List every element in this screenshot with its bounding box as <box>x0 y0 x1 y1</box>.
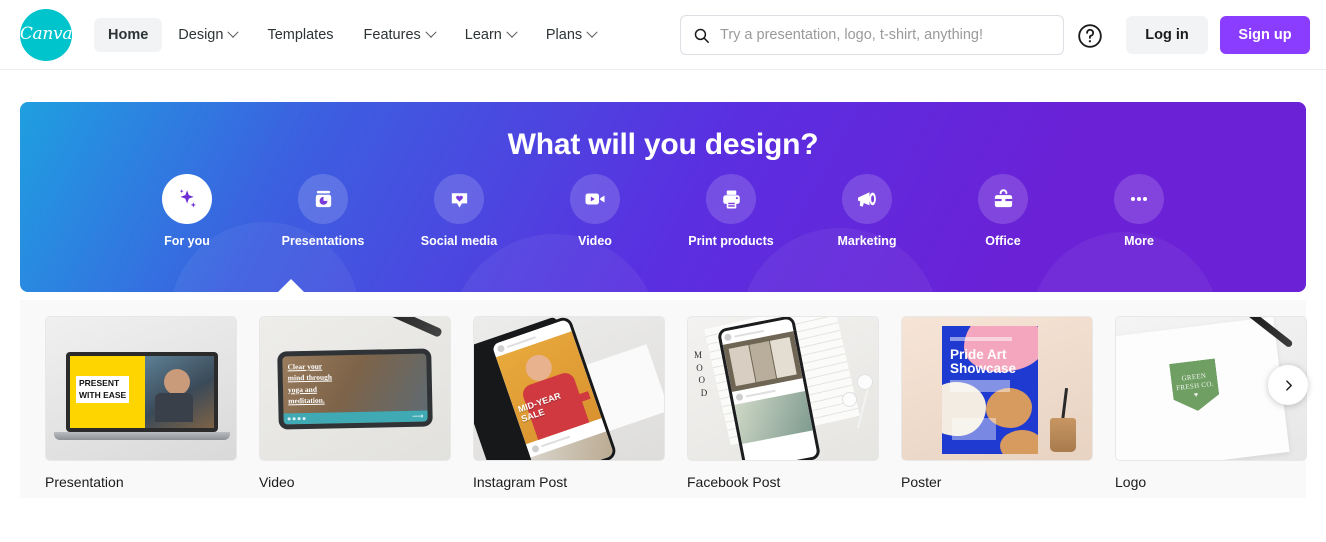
nav-item-design[interactable]: Design <box>164 18 251 52</box>
search-bar[interactable] <box>680 15 1064 55</box>
category-office[interactable]: Office <box>956 174 1051 248</box>
megaphone-icon <box>858 192 876 207</box>
category-icon-wrap <box>842 174 892 224</box>
category-icon-wrap <box>162 174 212 224</box>
signup-button[interactable]: Sign up <box>1220 16 1310 54</box>
nav-label-learn: Learn <box>464 26 502 43</box>
category-social-media[interactable]: Social media <box>412 174 507 248</box>
template-thumbnail[interactable]: M O O D <box>687 316 879 461</box>
template-card-label: Facebook Post <box>687 474 781 490</box>
heart-bubble-icon <box>451 192 467 208</box>
template-card-label: Presentation <box>45 474 124 490</box>
template-card-instagram-post[interactable]: MID-YEAR SALE Instagram Post <box>473 316 665 490</box>
login-button[interactable]: Log in <box>1126 16 1208 54</box>
category-label: Office <box>985 234 1021 248</box>
chevron-down-icon <box>506 26 518 38</box>
nav-item-templates[interactable]: Templates <box>253 18 347 52</box>
template-card-logo[interactable]: GREEN FRESH CO. ♥ Logo <box>1115 316 1307 490</box>
carousel-next-button[interactable] <box>1268 365 1308 405</box>
ellipsis-icon <box>1131 197 1147 201</box>
main-navigation: Home Design Templates Features Learn Pla… <box>94 17 610 52</box>
nav-label-home: Home <box>108 26 149 43</box>
category-label: Social media <box>420 234 498 248</box>
facebook-artwork: M O O D <box>688 317 878 460</box>
template-card-list: PRESENT WITH EASE Presentation Clear you… <box>45 316 1307 490</box>
category-video[interactable]: Video <box>548 174 643 248</box>
category-print-products[interactable]: Print products <box>684 174 779 248</box>
search-input[interactable] <box>720 27 1051 43</box>
chevron-down-icon <box>586 26 598 38</box>
template-card-facebook-post[interactable]: M O O D Facebook Post <box>687 316 879 490</box>
category-icon-wrap <box>706 174 756 224</box>
category-presentations[interactable]: Presentations <box>276 174 371 248</box>
category-label: Print products <box>688 234 774 248</box>
canva-logo-text: Canva <box>19 23 73 44</box>
category-for-you[interactable]: For you <box>140 174 235 248</box>
chevron-down-icon <box>425 26 437 38</box>
nav-label-plans: Plans <box>545 26 583 43</box>
category-icon-wrap <box>1114 174 1164 224</box>
template-card-label: Poster <box>901 474 942 490</box>
printer-icon <box>722 189 740 209</box>
hero-title: What will you design? <box>507 128 819 161</box>
category-list: For you Presentations Social media Video… <box>20 174 1306 248</box>
template-card-poster[interactable]: Pride Art Showcase Poster <box>901 316 1093 490</box>
category-more[interactable]: More <box>1092 174 1187 248</box>
template-card-label: Logo <box>1115 474 1147 490</box>
category-label: Video <box>578 234 612 248</box>
category-label: Presentations <box>281 234 365 248</box>
nav-label-templates: Templates <box>267 26 334 43</box>
nav-label-design: Design <box>178 26 224 43</box>
chevron-down-icon <box>227 26 240 38</box>
nav-label-features: Features <box>363 26 421 43</box>
video-camera-icon <box>585 193 605 205</box>
category-label: Marketing <box>837 234 897 248</box>
top-header: Canva Home Design Templates Features Lea… <box>0 0 1326 70</box>
briefcase-icon <box>994 188 1012 207</box>
presentation-icon <box>315 190 331 207</box>
template-card-presentation[interactable]: PRESENT WITH EASE Presentation <box>45 316 237 490</box>
category-icon-wrap <box>298 174 348 224</box>
chevron-right-icon <box>1285 379 1292 391</box>
presentation-artwork: PRESENT WITH EASE <box>46 317 236 460</box>
template-card-label: Instagram Post <box>473 474 568 490</box>
search-icon <box>694 28 709 43</box>
poster-artwork: Pride Art Showcase <box>902 317 1092 460</box>
template-thumbnail[interactable]: MID-YEAR SALE <box>473 316 665 461</box>
active-category-indicator <box>278 279 304 292</box>
template-card-video[interactable]: Clear your mind through yoga and meditation… <box>259 316 451 490</box>
template-thumbnail[interactable]: Pride Art Showcase <box>901 316 1093 461</box>
sparkle-icon <box>179 188 196 208</box>
category-icon-wrap <box>978 174 1028 224</box>
category-label: For you <box>164 234 210 248</box>
canva-logo-icon[interactable]: Canva <box>19 8 73 61</box>
category-marketing[interactable]: Marketing <box>820 174 915 248</box>
help-icon[interactable] <box>1077 23 1103 49</box>
category-label: More <box>1124 234 1154 248</box>
hero-banner: What will you design? For you Presentati… <box>20 102 1306 292</box>
nav-item-learn[interactable]: Learn <box>451 18 530 52</box>
nav-item-home[interactable]: Home <box>94 17 163 52</box>
category-icon-wrap <box>434 174 484 224</box>
template-thumbnail[interactable]: PRESENT WITH EASE <box>45 316 237 461</box>
category-icon-wrap <box>570 174 620 224</box>
nav-item-plans[interactable]: Plans <box>532 18 610 52</box>
template-strip: PRESENT WITH EASE Presentation Clear you… <box>20 300 1307 498</box>
video-artwork: Clear your mind through yoga and meditation… <box>260 317 450 460</box>
nav-item-features[interactable]: Features <box>350 18 449 52</box>
template-thumbnail[interactable]: Clear your mind through yoga and meditation… <box>259 316 451 461</box>
template-card-label: Video <box>259 474 295 490</box>
instagram-artwork: MID-YEAR SALE <box>474 317 664 460</box>
